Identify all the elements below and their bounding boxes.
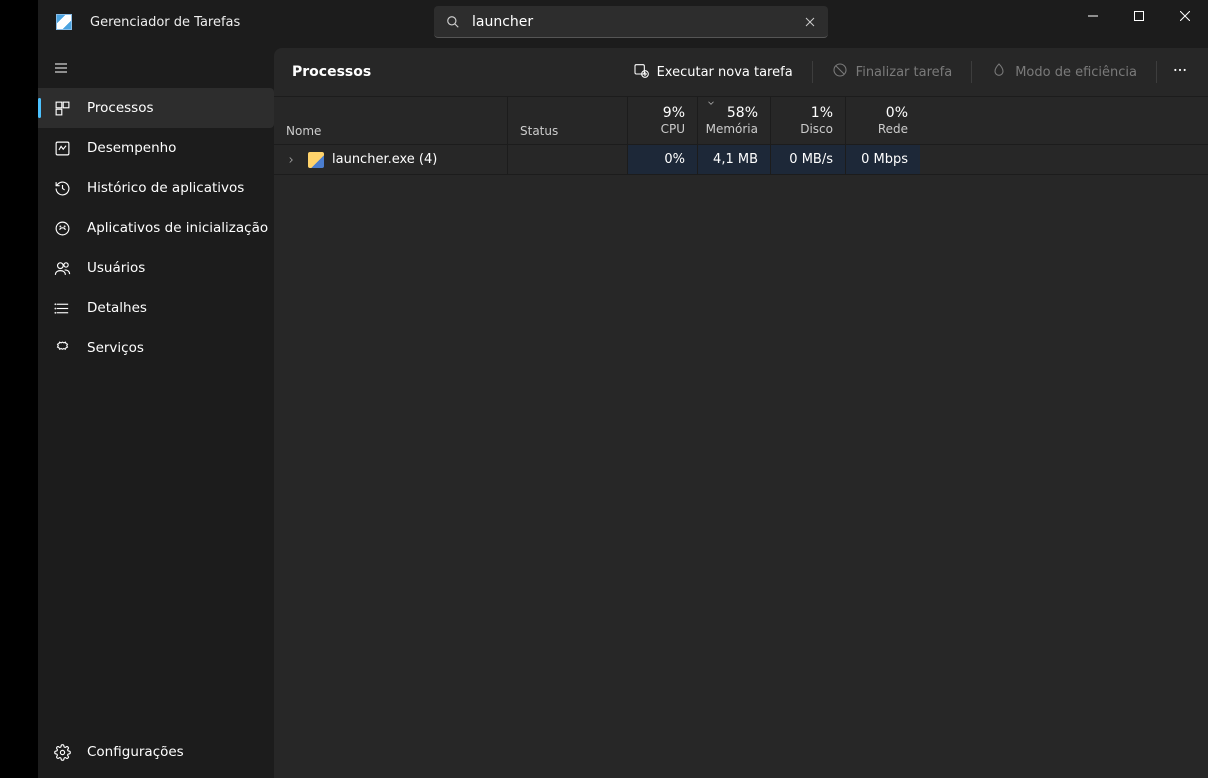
table-row[interactable]: launcher.exe (4) 0% 4,1 MB 0 MB/s 0 Mbps — [274, 145, 1208, 175]
toolbar-separator — [1156, 61, 1157, 83]
sidebar-item-services[interactable]: Serviços — [38, 328, 274, 368]
toolbar-label: Finalizar tarefa — [856, 65, 953, 80]
sidebar-item-app-history[interactable]: Histórico de aplicativos — [38, 168, 274, 208]
cell-network: 0 Mbps — [846, 145, 920, 174]
sidebar-item-details[interactable]: Detalhes — [38, 288, 274, 328]
column-metric-value: 9% — [663, 104, 685, 122]
column-label: Memória — [706, 122, 758, 136]
sidebar-item-users[interactable]: Usuários — [38, 248, 274, 288]
search-icon — [442, 11, 464, 33]
startup-icon — [53, 219, 71, 237]
sidebar-item-label: Histórico de aplicativos — [87, 180, 244, 196]
sidebar-item-processes[interactable]: Processos — [38, 88, 274, 128]
toolbar-separator — [812, 61, 813, 83]
efficiency-mode-button[interactable]: Modo de eficiência — [981, 54, 1147, 90]
end-task-button[interactable]: Finalizar tarefa — [822, 54, 963, 90]
main-header: Processos Executar nova tarefa Finalizar… — [274, 48, 1208, 96]
app-title: Gerenciador de Tarefas — [90, 15, 240, 30]
processes-icon — [53, 99, 71, 117]
column-label: CPU — [661, 122, 685, 136]
search-input[interactable] — [464, 14, 800, 30]
column-header-name[interactable]: Nome — [274, 97, 508, 144]
run-new-task-button[interactable]: Executar nova tarefa — [623, 54, 803, 90]
task-manager-window: Gerenciador de Tarefas — [38, 0, 1208, 778]
sidebar-item-performance[interactable]: Desempenho — [38, 128, 274, 168]
hamburger-button[interactable] — [38, 48, 274, 88]
end-task-icon — [832, 62, 848, 82]
column-header-memory[interactable]: 58% Memória — [698, 97, 771, 144]
window-controls — [1070, 0, 1208, 44]
details-icon — [53, 299, 71, 317]
sidebar: Processos Desempenho Histórico de aplica… — [38, 44, 274, 778]
column-label: Status — [520, 124, 615, 138]
column-header-cpu[interactable]: 9% CPU — [628, 97, 698, 144]
table-header: Nome Status 9% CPU 58% Memória — [274, 97, 1208, 145]
sidebar-item-label: Aplicativos de inicialização — [87, 220, 268, 236]
clear-search-icon[interactable] — [800, 12, 820, 32]
sidebar-item-label: Serviços — [87, 340, 144, 356]
column-header-status[interactable]: Status — [508, 97, 628, 144]
column-label: Rede — [878, 122, 908, 136]
column-metric-value: 1% — [811, 104, 833, 122]
cell-status — [508, 145, 628, 174]
process-exe-icon — [308, 152, 324, 168]
page-title: Processos — [288, 64, 371, 80]
sidebar-item-label: Detalhes — [87, 300, 147, 316]
close-button[interactable] — [1162, 0, 1208, 32]
services-icon — [53, 339, 71, 357]
maximize-button[interactable] — [1116, 0, 1162, 32]
users-icon — [53, 259, 71, 277]
sidebar-item-startup-apps[interactable]: Aplicativos de inicialização — [38, 208, 274, 248]
process-name: launcher.exe (4) — [332, 152, 437, 167]
app-icon — [56, 14, 72, 30]
column-metric-value: 0% — [886, 104, 908, 122]
column-label: Nome — [286, 124, 495, 138]
column-label: Disco — [800, 122, 833, 136]
run-new-task-icon — [633, 62, 649, 82]
toolbar-separator — [971, 61, 972, 83]
sidebar-item-label: Usuários — [87, 260, 145, 276]
sidebar-item-label: Configurações — [87, 744, 184, 760]
history-icon — [53, 179, 71, 197]
cell-memory: 4,1 MB — [698, 145, 771, 174]
gear-icon — [53, 743, 71, 761]
desktop-gutter — [0, 0, 38, 778]
column-header-network[interactable]: 0% Rede — [846, 97, 920, 144]
cell-disk: 0 MB/s — [771, 145, 846, 174]
minimize-button[interactable] — [1070, 0, 1116, 32]
sidebar-item-label: Desempenho — [87, 140, 176, 156]
expand-chevron-icon[interactable] — [286, 155, 300, 165]
column-metric-value: 58% — [727, 104, 758, 122]
sidebar-item-label: Processos — [87, 100, 154, 116]
toolbar-label: Modo de eficiência — [1015, 65, 1137, 80]
search-box[interactable] — [434, 6, 828, 38]
toolbar-label: Executar nova tarefa — [657, 65, 793, 80]
main-panel: Processos Executar nova tarefa Finalizar… — [274, 48, 1208, 778]
sidebar-item-settings[interactable]: Configurações — [38, 732, 274, 772]
efficiency-icon — [991, 62, 1007, 82]
sort-chevron-down-icon — [706, 97, 716, 111]
more-options-button[interactable] — [1166, 54, 1194, 90]
column-header-disk[interactable]: 1% Disco — [771, 97, 846, 144]
more-icon — [1172, 62, 1188, 82]
titlebar: Gerenciador de Tarefas — [38, 0, 1208, 44]
cell-cpu: 0% — [628, 145, 698, 174]
process-table: Nome Status 9% CPU 58% Memória — [274, 96, 1208, 175]
performance-icon — [53, 139, 71, 157]
